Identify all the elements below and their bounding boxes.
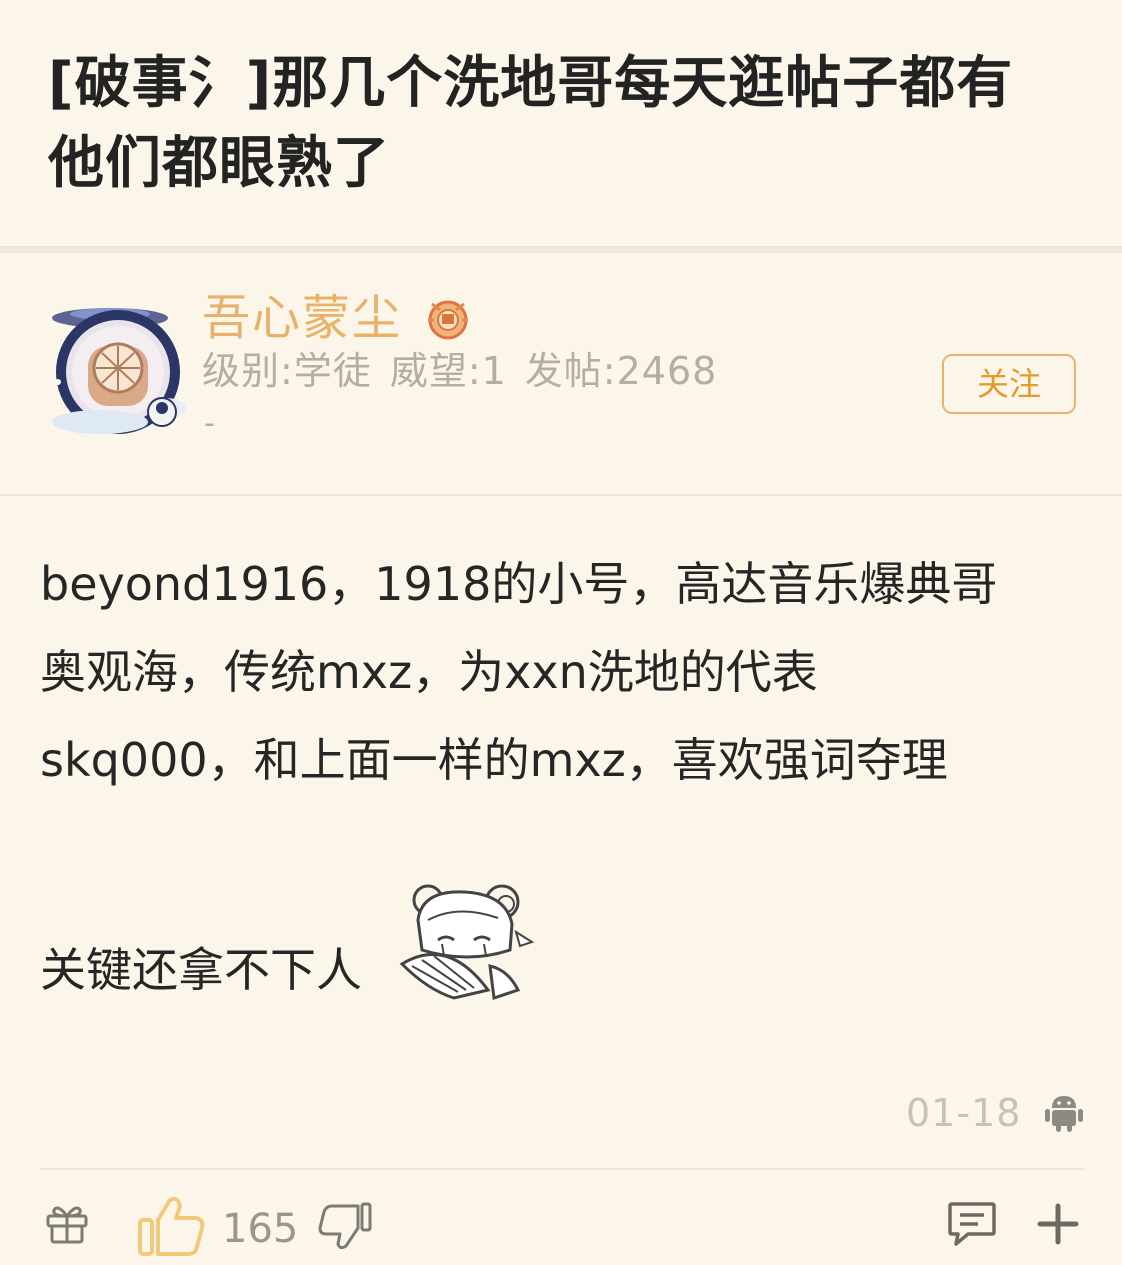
astronaut-porthole-avatar-icon bbox=[52, 308, 186, 434]
author-level: 级别:学徒 bbox=[202, 349, 372, 393]
author-prestige: 威望:1 bbox=[389, 349, 507, 393]
content-line-3: skq000，和上面一样的mxz，喜欢强词夺理 bbox=[40, 733, 948, 787]
author-name[interactable]: 吾心蒙尘 bbox=[202, 288, 402, 348]
content-line-2: 奥观海，传统mxz，为xxn洗地的代表 bbox=[40, 645, 818, 699]
follow-button[interactable]: 关注 bbox=[942, 354, 1076, 414]
content-last-line: 关键还拿不下人 bbox=[40, 943, 362, 997]
like-icon[interactable] bbox=[136, 1194, 206, 1258]
anime-girl-fan-sticker bbox=[398, 880, 538, 1002]
dislike-icon[interactable] bbox=[318, 1200, 374, 1252]
avatar[interactable] bbox=[40, 296, 192, 438]
author-divider bbox=[0, 494, 1122, 496]
honor-medal-icon bbox=[424, 296, 472, 340]
post-content: beyond1916，1918的小号，高达音乐爆典哥 奥观海，传统mxz，为xx… bbox=[40, 540, 1090, 804]
post-page: [破事氵]那几个洗地哥每天逛帖子都有 他们都眼熟了 吾心蒙尘 级别:学徒 威望:… bbox=[0, 0, 1122, 1265]
title-divider bbox=[0, 246, 1122, 253]
plus-icon[interactable] bbox=[1036, 1202, 1080, 1246]
post-title: [破事氵]那几个洗地哥每天逛帖子都有 他们都眼熟了 bbox=[48, 44, 1088, 204]
footer-divider bbox=[40, 1168, 1084, 1170]
like-count: 165 bbox=[222, 1206, 299, 1252]
author-meta: 级别:学徒 威望:1 发帖:2468 bbox=[202, 346, 717, 396]
author-post-count: 发帖:2468 bbox=[524, 349, 718, 393]
content-line-1: beyond1916，1918的小号，高达音乐爆典哥 bbox=[40, 557, 998, 611]
author-extra: - bbox=[204, 406, 215, 441]
post-title-line-2: 他们都眼熟了 bbox=[48, 131, 390, 196]
android-icon bbox=[1044, 1092, 1084, 1132]
comment-icon[interactable] bbox=[946, 1198, 998, 1248]
post-title-line-1: [破事氵]那几个洗地哥每天逛帖子都有 bbox=[48, 51, 1014, 116]
post-date: 01-18 bbox=[906, 1091, 1022, 1135]
gift-icon[interactable] bbox=[44, 1200, 90, 1246]
